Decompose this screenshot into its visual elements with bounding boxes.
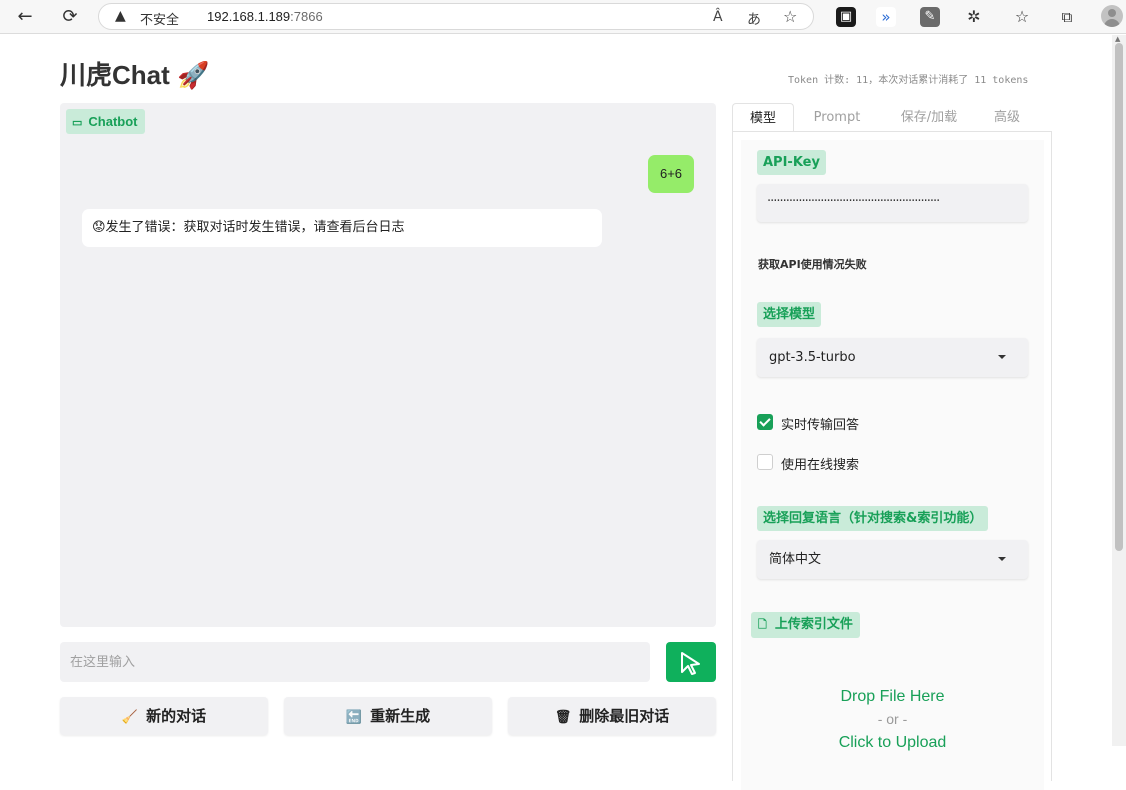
tab-prompt[interactable]: Prompt (802, 103, 872, 133)
favorites-icon[interactable]: ☆ (1012, 7, 1032, 27)
dev-extension-icon[interactable]: » (876, 7, 896, 27)
user-message: 6+6 (648, 155, 694, 193)
upload-index-label: 🗋 上传索引文件 (751, 612, 860, 638)
translate-icon[interactable]: あ (747, 9, 761, 29)
notes-extension-icon[interactable]: ✎ (920, 7, 940, 27)
back-icon[interactable]: ← (14, 6, 36, 28)
api-key-field[interactable]: ········································… (757, 184, 1028, 222)
token-counter: Token 计数: 11，本次对话累计消耗了 11 tokens (788, 75, 1029, 86)
chevron-down-icon (998, 355, 1006, 359)
tab-model[interactable]: 模型 (732, 103, 794, 133)
broom-icon: 🧹 (121, 710, 139, 725)
read-aloud-icon[interactable]: Â (713, 9, 723, 25)
address-bar[interactable]: ▲ 不安全 192.168.1.189:7866 Â あ ☆ (98, 3, 814, 30)
end-arrow-icon: 🔚 (345, 710, 363, 725)
chevron-down-icon (998, 557, 1006, 561)
profile-avatar[interactable] (1101, 5, 1123, 27)
warning-icon[interactable]: ▲ (115, 8, 126, 24)
file-drop-zone[interactable]: Drop File Here - or - Click to Upload (757, 685, 1028, 754)
regenerate-button[interactable]: 🔚 重新生成 (284, 697, 492, 735)
model-select[interactable]: gpt-3.5-turbo (757, 338, 1028, 377)
delete-oldest-button[interactable]: 🗑 删除最旧对话 (508, 697, 716, 735)
favorite-icon[interactable]: ☆ (783, 7, 797, 26)
scroll-up-icon[interactable]: ▲ (1115, 35, 1120, 43)
scrollbar-thumb[interactable] (1115, 43, 1123, 551)
chatbot-label: ▭ Chatbot (66, 109, 145, 134)
online-search-checkbox[interactable] (757, 454, 773, 470)
file-icon: 🗋 (758, 618, 767, 631)
message-input[interactable] (60, 642, 650, 682)
app-title: 川虎Chat 🚀 (60, 60, 210, 90)
chat-bubble-icon: ▭ (72, 117, 83, 129)
browser-toolbar: ← ⟳ ▲ 不安全 192.168.1.189:7866 Â あ ☆ ▣ » … (0, 0, 1126, 34)
online-search-label[interactable]: 使用在线搜索 (781, 454, 859, 473)
or-divider-text: - or - (877, 711, 908, 727)
settings-tabs: 模型 Prompt 保存/加载 高级 (732, 103, 1052, 133)
api-key-label: API-Key (757, 150, 826, 175)
extension-icon[interactable]: ▣ (836, 7, 856, 27)
insecure-label[interactable]: 不安全 (140, 9, 179, 28)
tab-advanced[interactable]: 高级 (980, 103, 1034, 133)
message-textbox[interactable] (60, 642, 650, 682)
stream-checkbox[interactable] (757, 414, 773, 430)
model-label: 选择模型 (757, 302, 822, 327)
tab-save-load[interactable]: 保存/加载 (892, 103, 966, 133)
reply-language-label: 选择回复语言（针对搜索&索引功能） (757, 506, 989, 531)
page-scrollbar[interactable]: ▲ (1112, 35, 1126, 746)
drop-file-text: Drop File Here (840, 688, 945, 705)
usage-status: 获取API使用情况失败 (758, 258, 867, 271)
reply-language-select[interactable]: 简体中文 (757, 540, 1028, 579)
send-button[interactable] (666, 642, 716, 682)
collections-icon[interactable]: ⧉ (1057, 7, 1077, 27)
chat-panel: ▭ Chatbot 6+6 😟发生了错误：获取对话时发生错误，请查看后台日志 (60, 103, 716, 627)
puzzle-icon[interactable]: ✲ (964, 7, 984, 27)
settings-panel (732, 131, 1052, 790)
reload-icon[interactable]: ⟳ (59, 6, 81, 28)
url-text[interactable]: 192.168.1.189:7866 (207, 9, 323, 24)
new-chat-button[interactable]: 🧹 新的对话 (60, 697, 268, 735)
click-upload-text[interactable]: Click to Upload (757, 731, 1028, 754)
send-icon (681, 652, 700, 675)
bot-message: 😟发生了错误：获取对话时发生错误，请查看后台日志 (82, 209, 602, 247)
trash-icon: 🗑 (554, 710, 572, 725)
stream-label[interactable]: 实时传输回答 (781, 414, 859, 433)
